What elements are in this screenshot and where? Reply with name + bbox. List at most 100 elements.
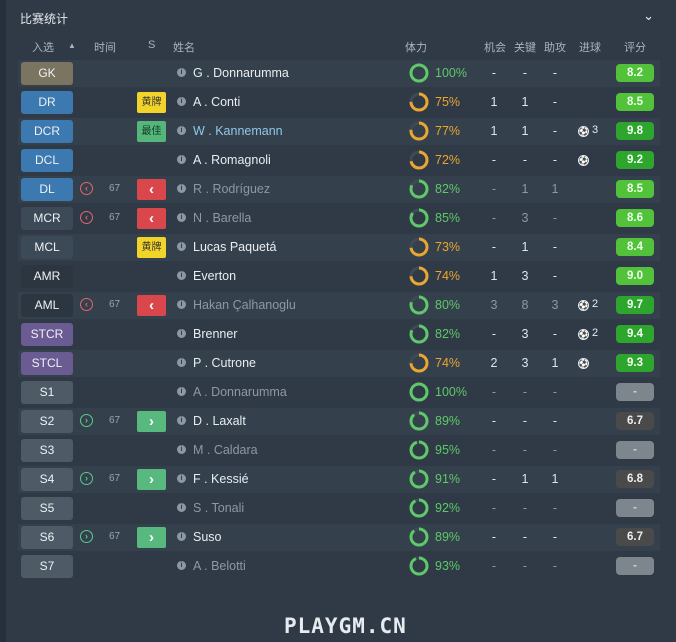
position-badge[interactable]: MCR: [21, 207, 73, 230]
header-goals[interactable]: 进球: [579, 39, 601, 55]
table-row[interactable]: S7 i A . Belotti 93% - - - -: [18, 553, 660, 580]
goals-cell: ⚽: [578, 356, 589, 369]
position-badge[interactable]: DCL: [21, 149, 73, 172]
position-badge[interactable]: STCL: [21, 352, 73, 375]
table-row[interactable]: MCR ‹ 67 ‹ i N . Barella 85% - 3 - 8.6: [18, 205, 660, 232]
table-row[interactable]: STCR i Brenner 82% - 3 - ⚽ 2 9.4: [18, 321, 660, 348]
info-icon[interactable]: i: [177, 503, 186, 512]
table-row[interactable]: S2 › 67 › i D . Laxalt 89% - - - 6.7: [18, 408, 660, 435]
header-time[interactable]: 时间: [94, 39, 116, 55]
assists-value: -: [552, 66, 558, 80]
info-icon[interactable]: i: [177, 387, 186, 396]
player-name[interactable]: Suso: [193, 530, 222, 544]
position-badge[interactable]: GK: [21, 62, 73, 85]
key-passes-value: -: [522, 559, 528, 573]
info-icon[interactable]: i: [177, 271, 186, 280]
header-name[interactable]: 姓名: [173, 39, 195, 55]
condition-ring-icon: [409, 469, 429, 489]
info-icon[interactable]: i: [177, 329, 186, 338]
info-icon[interactable]: i: [177, 126, 186, 135]
condition-ring-icon: [409, 556, 429, 576]
info-icon[interactable]: i: [177, 68, 186, 77]
position-badge[interactable]: AML: [21, 294, 73, 317]
position-badge[interactable]: S6: [21, 526, 73, 549]
substituted-on-icon: ›: [137, 411, 166, 432]
player-name[interactable]: F . Kessié: [193, 472, 249, 486]
position-badge[interactable]: S1: [21, 381, 73, 404]
player-name[interactable]: Lucas Paquetá: [193, 240, 276, 254]
player-name[interactable]: A . Romagnoli: [193, 153, 271, 167]
chances-value: -: [491, 559, 497, 573]
position-badge[interactable]: AMR: [21, 265, 73, 288]
player-name[interactable]: Everton: [193, 269, 236, 283]
info-icon[interactable]: i: [177, 155, 186, 164]
position-badge[interactable]: STCR: [21, 323, 73, 346]
player-name[interactable]: S . Tonali: [193, 501, 244, 515]
player-name[interactable]: A . Belotti: [193, 559, 246, 573]
position-badge[interactable]: S2: [21, 410, 73, 433]
table-row[interactable]: GK i G . Donnarumma 100% - - - 8.2: [18, 60, 660, 87]
table-row[interactable]: S1 i A . Donnarumma 100% - - - -: [18, 379, 660, 406]
player-name[interactable]: Brenner: [193, 327, 237, 341]
table-row[interactable]: DCL i A . Romagnoli 72% - - - ⚽ 9.2: [18, 147, 660, 174]
info-icon[interactable]: i: [177, 242, 186, 251]
info-icon[interactable]: i: [177, 474, 186, 483]
position-badge[interactable]: DCR: [21, 120, 73, 143]
info-icon[interactable]: i: [177, 358, 186, 367]
player-name[interactable]: A . Conti: [193, 95, 240, 109]
position-badge[interactable]: S3: [21, 439, 73, 462]
table-row[interactable]: S6 › 67 › i Suso 89% - - - 6.7: [18, 524, 660, 551]
condition-ring-icon: [409, 382, 429, 402]
condition-ring-icon: [409, 324, 429, 344]
assists-value: -: [552, 530, 558, 544]
table-row[interactable]: AML ‹ 67 ‹ i Hakan Çalhanoglu 80% 3 8 3 ⚽ 2 9.7: [18, 292, 660, 319]
player-name[interactable]: N . Barella: [193, 211, 251, 225]
key-passes-value: 3: [521, 211, 529, 225]
header-rating[interactable]: 评分: [624, 39, 646, 55]
info-icon[interactable]: i: [177, 416, 186, 425]
table-row[interactable]: MCL 黄牌 i Lucas Paquetá 73% - 1 - 8.4: [18, 234, 660, 261]
header-selection[interactable]: 入选: [32, 39, 54, 55]
position-badge[interactable]: S5: [21, 497, 73, 520]
chances-value: -: [491, 385, 497, 399]
player-name[interactable]: W . Kannemann: [193, 124, 283, 138]
header-s[interactable]: S: [148, 39, 155, 51]
header-chances[interactable]: 机会: [484, 39, 506, 55]
table-row[interactable]: S5 i S . Tonali 92% - - - -: [18, 495, 660, 522]
position-badge[interactable]: MCL: [21, 236, 73, 259]
header-key-passes[interactable]: 关键: [514, 39, 536, 55]
player-name[interactable]: D . Laxalt: [193, 414, 246, 428]
table-row[interactable]: DL ‹ 67 ‹ i R . Rodríguez 82% - 1 1 8.5: [18, 176, 660, 203]
chevron-down-icon[interactable]: ⌄: [643, 8, 654, 24]
player-name[interactable]: Hakan Çalhanoglu: [193, 298, 296, 312]
info-icon[interactable]: i: [177, 532, 186, 541]
position-badge[interactable]: S7: [21, 555, 73, 578]
info-icon[interactable]: i: [177, 445, 186, 454]
table-row[interactable]: AMR i Everton 74% 1 3 - 9.0: [18, 263, 660, 290]
chances-value: -: [491, 240, 497, 254]
table-row[interactable]: S3 i M . Caldara 95% - - - -: [18, 437, 660, 464]
info-icon[interactable]: i: [177, 561, 186, 570]
table-row[interactable]: STCL i P . Cutrone 74% 2 3 1 ⚽ 9.3: [18, 350, 660, 377]
table-row[interactable]: S4 › 67 › i F . Kessié 91% - 1 1 6.8: [18, 466, 660, 493]
position-badge[interactable]: DR: [21, 91, 73, 114]
player-name[interactable]: P . Cutrone: [193, 356, 256, 370]
table-row[interactable]: DR 黄牌 i A . Conti 75% 1 1 - 8.5: [18, 89, 660, 116]
player-of-match-badge: 最佳: [137, 121, 166, 142]
player-name[interactable]: G . Donnarumma: [193, 66, 289, 80]
info-icon[interactable]: i: [177, 300, 186, 309]
player-name[interactable]: A . Donnarumma: [193, 385, 287, 399]
table-row[interactable]: DCR 最佳 i W . Kannemann 77% 1 1 - ⚽ 3 9.8: [18, 118, 660, 145]
header-condition[interactable]: 体力: [405, 39, 427, 55]
position-badge[interactable]: DL: [21, 178, 73, 201]
info-icon[interactable]: i: [177, 184, 186, 193]
sort-asc-icon[interactable]: ▲: [68, 41, 76, 50]
condition-value: 80%: [435, 298, 461, 312]
player-name[interactable]: R . Rodríguez: [193, 182, 270, 196]
info-icon[interactable]: i: [177, 213, 186, 222]
info-icon[interactable]: i: [177, 97, 186, 106]
panel-titlebar[interactable]: 比赛统计 ⌄: [8, 6, 668, 30]
player-name[interactable]: M . Caldara: [193, 443, 258, 457]
header-assists[interactable]: 助攻: [544, 39, 566, 55]
position-badge[interactable]: S4: [21, 468, 73, 491]
